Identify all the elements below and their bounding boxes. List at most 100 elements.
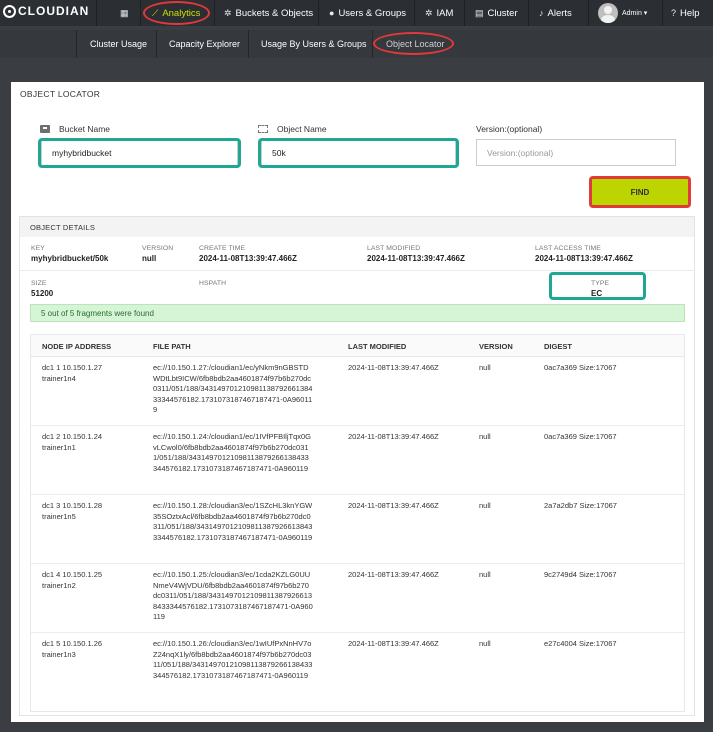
bucket-name-label-text: Bucket Name [59,124,111,134]
subnav-divider [248,30,249,58]
nav-users-label: Users & Groups [338,7,407,19]
row-path: ec://10.150.1.27:/cloudian1/ec/yNkm9nGBS… [153,363,313,414]
version-label: VERSION [142,245,174,252]
version-input[interactable]: Version:(optional) [476,139,676,166]
top-nav: CLOUDIAN ▦ ⟋ Analytics ✲ Buckets & Objec… [0,0,713,26]
version-value: null [142,254,157,263]
row-digest: 0ac7a369 Size:17067 [544,363,617,372]
table-row: dc1 1 10.150.1.27 trainer1n4 ec://10.150… [31,357,684,426]
table-row: dc1 2 10.150.1.24 trainer1n1 ec://10.150… [31,426,684,495]
nav-divider [96,0,97,26]
fragments-table: NODE IP ADDRESS FILE PATH LAST MODIFIED … [30,334,685,712]
nav-divider [214,0,215,26]
size-label: SIZE [31,280,47,287]
tab-capacity-explorer[interactable]: Capacity Explorer [169,30,240,58]
size-value: 51200 [31,289,54,298]
table-row: dc1 5 10.150.1.26 trainer1n3 ec://10.150… [31,633,684,703]
col-file-path: FILE PATH [153,341,191,351]
row-version: null [479,639,491,648]
col-node-ip: NODE IP ADDRESS [42,341,112,351]
tab-usage-by-users-groups[interactable]: Usage By Users & Groups [261,30,367,58]
nav-help[interactable]: ? Help [671,0,700,26]
object-locator-highlight [373,32,454,55]
nav-buckets-label: Buckets & Objects [235,7,314,19]
row-path: ec://10.150.1.25:/cloudian3/ec/1cda2KZLG… [153,570,313,621]
row-digest: 0ac7a369 Size:17067 [544,432,617,441]
row-node: dc1 5 10.150.1.26 trainer1n3 [42,639,103,659]
table-row: dc1 4 10.150.1.25 trainer1n2 ec://10.150… [31,564,684,633]
nav-cluster[interactable]: ▤ Cluster [475,0,518,26]
row-node: dc1 2 10.150.1.24 trainer1n1 [42,432,103,452]
fragments-found-alert: 5 out of 5 fragments were found [30,304,685,322]
last-modified-value: 2024-11-08T13:39:47.466Z [367,254,465,263]
cloudian-logo[interactable]: CLOUDIAN [3,4,89,18]
object-name-label: Object Name [258,124,327,134]
avatar [598,3,618,23]
nav-divider [414,0,415,26]
object-icon [258,125,268,133]
hspath-label: HSPATH [199,280,227,287]
analytics-highlight [143,1,210,25]
row-node: dc1 1 10.150.1.27 trainer1n4 [42,363,103,383]
col-version: VERSION [479,341,513,351]
object-details-title: OBJECT DETAILS [20,217,694,237]
nav-alerts-label: Alerts [547,7,572,19]
gear-icon: ✲ [224,7,232,18]
row-digest: e27c4004 Size:17067 [544,639,617,648]
page-title: OBJECT LOCATOR [20,89,101,99]
nav-alerts[interactable]: ♪ Alerts [539,0,572,26]
create-time-value: 2024-11-08T13:39:47.466Z [199,254,297,263]
object-input-highlight [258,138,459,168]
gear-icon: ✲ [425,7,433,18]
object-name-label-text: Object Name [277,124,327,134]
nav-divider [140,0,141,26]
nav-admin-label: Admin ▾ [622,10,648,17]
row-divider [20,270,694,271]
sub-nav: Cluster Usage Capacity Explorer Usage By… [0,30,713,58]
key-label: KEY [31,245,45,252]
table-row: dc1 3 10.150.1.28 trainer1n5 ec://10.150… [31,495,684,564]
nav-cluster-label: Cluster [487,7,518,19]
row-modified: 2024-11-08T13:39:47.466Z [348,570,439,579]
bucket-icon [40,125,50,133]
row-version: null [479,501,491,510]
find-button-highlight [589,176,691,208]
nav-divider [464,0,465,26]
object-locator-panel: OBJECT LOCATOR Bucket Name myhybridbucke… [11,82,704,722]
create-time-label: CREATE TIME [199,245,246,252]
last-access-value: 2024-11-08T13:39:47.466Z [535,254,633,263]
row-version: null [479,570,491,579]
bell-icon: ♪ [539,8,544,18]
key-value: myhybridbucket/50k [31,254,109,263]
bucket-input-highlight [38,138,241,168]
nav-buckets-objects[interactable]: ✲ Buckets & Objects [224,0,313,26]
row-modified: 2024-11-08T13:39:47.466Z [348,639,439,648]
logo-text: CLOUDIAN [18,4,90,18]
nav-iam[interactable]: ✲ IAM [425,0,453,26]
nav-help-label: Help [680,7,700,19]
col-digest: DIGEST [544,341,572,351]
nav-divider [528,0,529,26]
nav-dashboard[interactable]: ▦ [120,0,133,26]
row-node: dc1 4 10.150.1.25 trainer1n2 [42,570,103,590]
server-icon: ▤ [475,7,484,18]
row-path: ec://10.150.1.28:/cloudian3/ec/1SZcHL3kn… [153,501,313,542]
object-details: OBJECT DETAILS KEY myhybridbucket/50k VE… [19,216,695,716]
row-version: null [479,432,491,441]
nav-admin-menu[interactable]: Admin ▾ [598,0,647,26]
nav-divider [588,0,589,26]
col-last-modified: LAST MODIFIED [348,341,407,351]
row-node: dc1 3 10.150.1.28 trainer1n5 [42,501,103,521]
grid-icon: ▦ [120,7,129,18]
row-digest: 2a7a2db7 Size:17067 [544,501,617,510]
row-modified: 2024-11-08T13:39:47.466Z [348,363,439,372]
last-modified-label: LAST MODIFIED [367,245,421,252]
row-modified: 2024-11-08T13:39:47.466Z [348,432,439,441]
last-access-label: LAST ACCESS TIME [535,245,601,252]
nav-users-groups[interactable]: ● Users & Groups [329,0,406,26]
nav-divider [662,0,663,26]
row-path: ec://10.150.1.26:/cloudian3/ec/1wIUfPxNn… [153,639,313,680]
tab-cluster-usage[interactable]: Cluster Usage [90,30,147,58]
bucket-name-label: Bucket Name [40,124,110,134]
nav-divider [318,0,319,26]
